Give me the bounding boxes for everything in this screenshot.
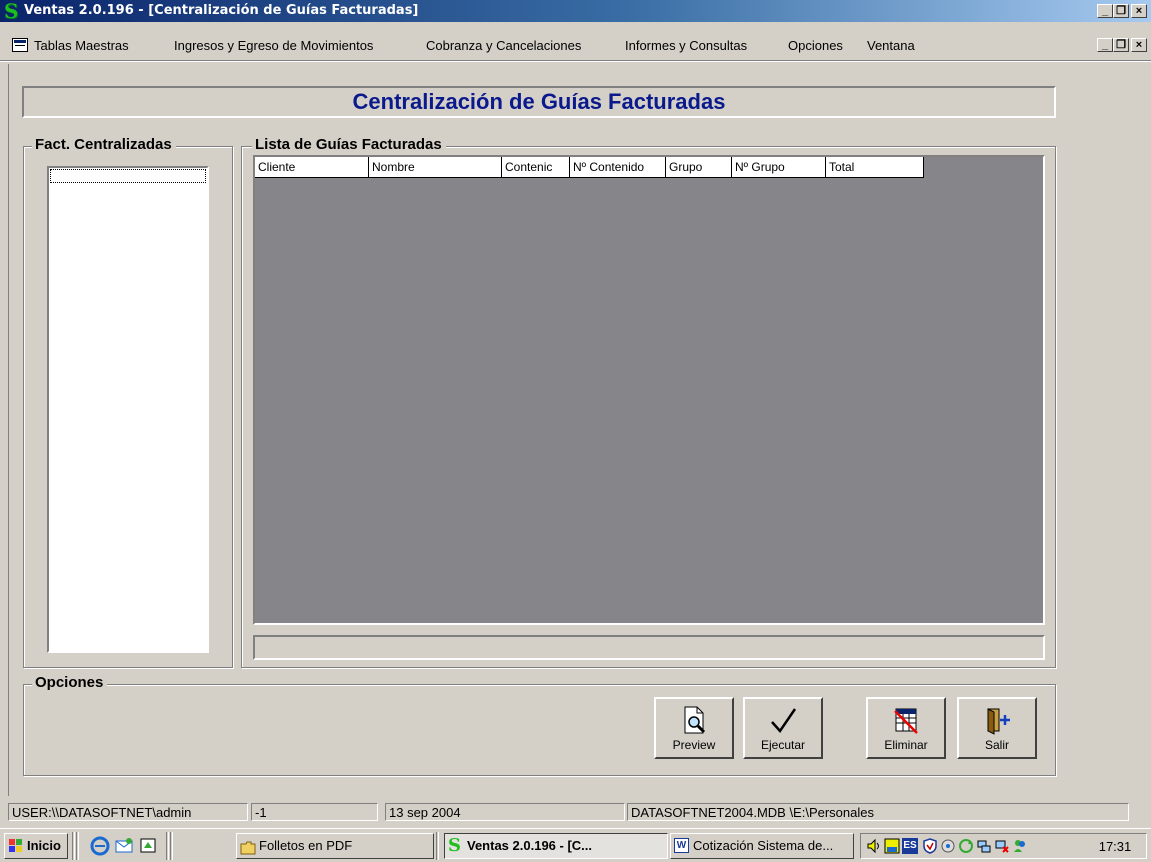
child-minimize-button[interactable]: _ — [1097, 38, 1113, 52]
ejecutar-button[interactable]: Ejecutar — [743, 697, 823, 759]
close-icon: × — [1135, 5, 1143, 17]
close-button[interactable]: × — [1131, 4, 1147, 18]
restore-icon: ❐ — [1116, 39, 1126, 51]
status-user: USER:\\DATASOFTNET\admin — [8, 803, 248, 821]
ime-icon[interactable] — [884, 838, 900, 854]
ejecutar-label: Ejecutar — [760, 738, 806, 752]
sync-icon[interactable] — [958, 838, 974, 854]
restore-icon: ❐ — [1116, 5, 1126, 17]
menu-opciones[interactable]: Opciones — [788, 38, 843, 53]
child-close-button[interactable]: × — [1131, 38, 1147, 52]
task-label: Ventas 2.0.196 - [C... — [467, 838, 593, 853]
taskbar-separator — [166, 832, 169, 860]
taskbar-separator — [76, 832, 79, 860]
progress-bar — [253, 635, 1045, 660]
menu-cobranza[interactable]: Cobranza y Cancelaciones — [426, 38, 581, 53]
start-button[interactable]: Inicio — [4, 833, 68, 859]
column-header-total[interactable]: Total — [826, 157, 924, 178]
page-title: Centralización de Guías Facturadas — [352, 89, 726, 114]
column-header-grupo[interactable]: Grupo — [666, 157, 732, 178]
lista-guias-label: Lista de Guías Facturadas — [252, 136, 446, 153]
minimize-icon: _ — [1101, 39, 1109, 51]
show-desktop-icon[interactable] — [138, 836, 158, 856]
clock[interactable]: 17:31 — [1090, 838, 1140, 856]
fact-centralizadas-label: Fact. Centralizadas — [32, 136, 176, 153]
windows-logo-icon — [8, 838, 24, 854]
task-label: Cotización Sistema de... — [693, 838, 834, 853]
exit-door-icon — [987, 708, 1010, 735]
status-database: DATASOFTNET2004.MDB \E:\Personales — [627, 803, 1129, 821]
list-focus-item[interactable] — [50, 169, 206, 183]
internet-explorer-icon[interactable] — [90, 836, 110, 856]
magnifier-document-icon — [684, 706, 706, 734]
salir-label: Salir — [984, 738, 1009, 752]
task-ventas[interactable]: S Ventas 2.0.196 - [C... — [444, 833, 668, 859]
fact-centralizadas-list[interactable] — [47, 166, 209, 653]
menu-divider — [0, 60, 1151, 62]
connection-icon[interactable] — [976, 838, 992, 854]
menu-informes[interactable]: Informes y Consultas — [625, 38, 747, 53]
taskbar-separator — [170, 832, 173, 860]
taskbar-separator — [72, 832, 75, 860]
guias-grid[interactable] — [253, 155, 1045, 625]
taskbar-separator — [436, 832, 439, 860]
salir-button[interactable]: Salir — [957, 697, 1037, 759]
network-icon[interactable] — [940, 838, 956, 854]
menu-tablas-maestras[interactable]: Tablas Maestras — [34, 38, 129, 53]
checkmark-icon — [771, 708, 797, 734]
column-header-nombre[interactable]: Nombre — [369, 157, 502, 178]
preview-button[interactable]: Preview — [654, 697, 734, 759]
minimize-button[interactable]: _ — [1097, 4, 1113, 18]
app-icon[interactable]: S — [4, 1, 22, 21]
status-code: -1 — [251, 803, 378, 821]
eliminar-label: Eliminar — [884, 738, 928, 752]
word-document-icon: W — [674, 838, 689, 853]
column-header-n-grupo[interactable]: Nº Grupo — [732, 157, 826, 178]
column-header-n-contenido[interactable]: Nº Contenido — [570, 157, 666, 178]
preview-label: Preview — [672, 738, 716, 752]
start-label: Inicio — [27, 838, 61, 853]
messenger-icon[interactable] — [1012, 838, 1028, 854]
child-restore-button[interactable]: ❐ — [1113, 38, 1129, 52]
outlook-express-icon[interactable] — [114, 836, 134, 856]
window-title: Ventas 2.0.196 - [Centralización de Guía… — [24, 3, 419, 18]
task-cotizacion[interactable]: W Cotización Sistema de... — [670, 833, 854, 859]
restore-button[interactable]: ❐ — [1113, 4, 1129, 18]
task-folletos-pdf[interactable]: Folletos en PDF — [236, 833, 434, 859]
task-label: Folletos en PDF — [259, 838, 353, 853]
antivirus-shield-icon[interactable] — [922, 838, 938, 854]
language-indicator[interactable]: ES — [902, 838, 918, 854]
column-header-cliente[interactable]: Cliente — [255, 157, 369, 178]
menu-ingresos-egresos[interactable]: Ingresos y Egreso de Movimientos — [174, 38, 373, 53]
delete-table-icon — [894, 708, 918, 734]
volume-icon[interactable] — [866, 838, 882, 854]
grid-header: Cliente Nombre Contenic Nº Contenido Gru… — [255, 157, 924, 178]
column-header-contenido[interactable]: Contenic — [502, 157, 570, 178]
document-icon[interactable] — [12, 38, 28, 52]
status-date: 13 sep 2004 — [385, 803, 625, 821]
minimize-icon: _ — [1101, 5, 1109, 17]
opciones-label: Opciones — [32, 674, 108, 691]
app-icon: S — [448, 835, 461, 856]
close-icon: × — [1135, 39, 1143, 51]
eliminar-button[interactable]: Eliminar — [866, 697, 946, 759]
network-disconnected-icon[interactable] — [994, 838, 1010, 854]
menu-ventana[interactable]: Ventana — [867, 38, 915, 53]
folder-icon — [240, 839, 256, 855]
